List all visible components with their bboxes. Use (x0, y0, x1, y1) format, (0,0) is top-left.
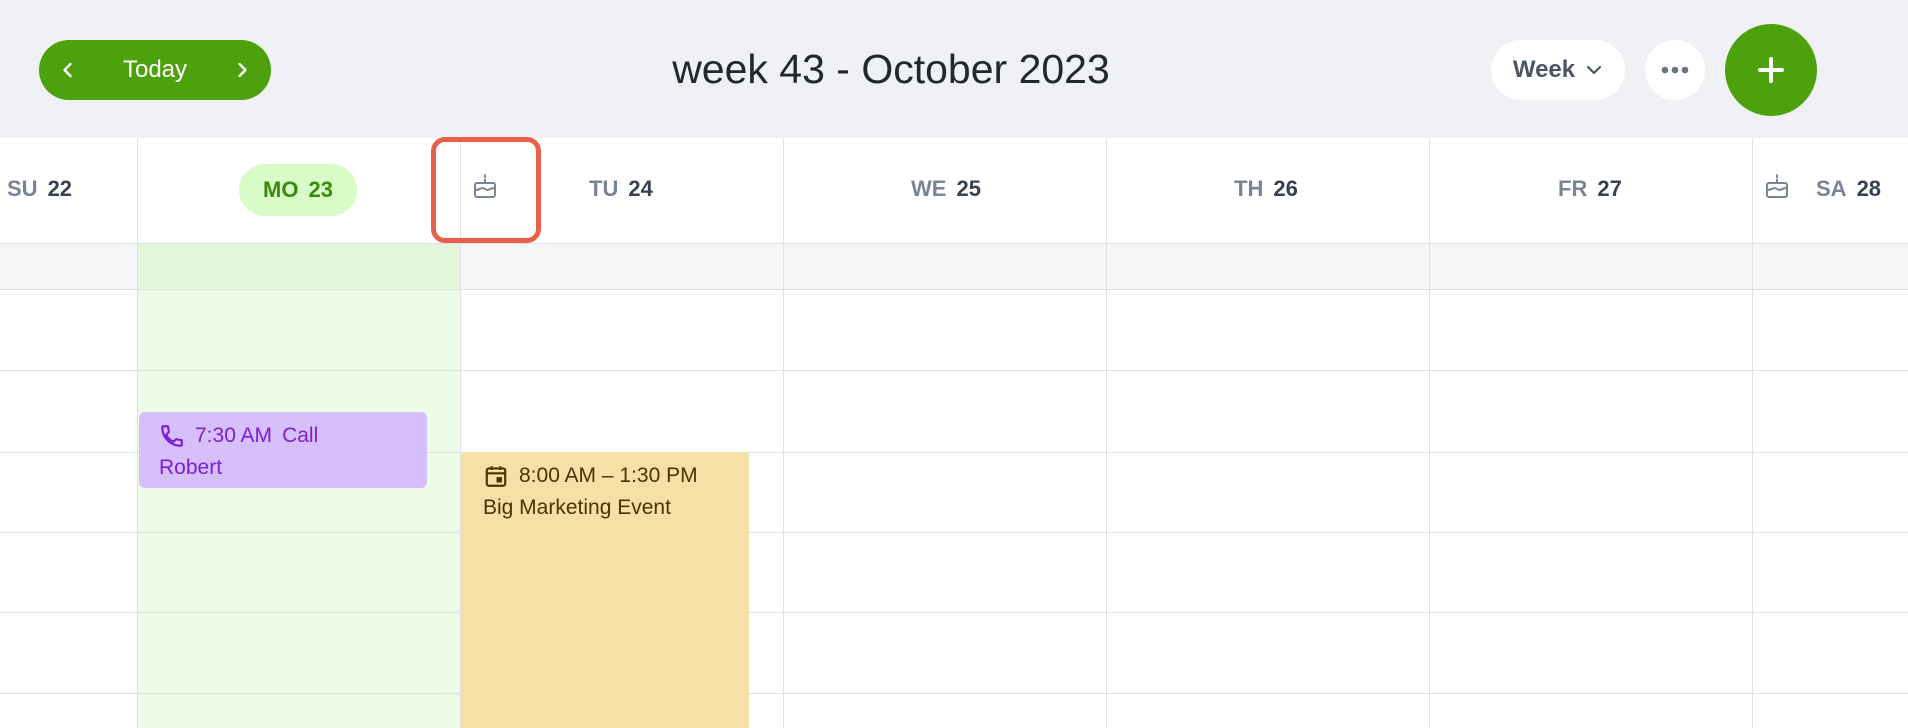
day-of-week: FR (1558, 176, 1588, 201)
phone-icon (161, 425, 183, 447)
day-of-week: WE (911, 176, 947, 201)
column-divider (1752, 138, 1753, 728)
day-number: 26 (1273, 176, 1298, 201)
day-header-thursday[interactable]: TH 26 (1234, 176, 1298, 202)
day-header-monday-today[interactable]: MO 23 (239, 164, 357, 216)
view-select-label: Week (1512, 56, 1576, 83)
day-header-wednesday[interactable]: WE 25 (911, 176, 981, 202)
day-number: 24 (628, 176, 653, 201)
chevron-down-icon (1587, 65, 1602, 75)
column-divider (1429, 138, 1430, 728)
row-divider (0, 289, 1908, 290)
view-select[interactable]: Week (1491, 40, 1625, 100)
day-of-week: MO (263, 177, 299, 202)
row-divider (0, 532, 1908, 533)
day-header-saturday[interactable]: SA 28 (1816, 176, 1881, 202)
day-number: 27 (1597, 176, 1622, 201)
week-grid: SU 22 MO 23 TU 24 WE 25 TH 26 FR 27 SA 28 7:30 … (0, 138, 1908, 728)
row-divider (0, 370, 1908, 371)
calendar-header: Today week 43 - October 2023 Week (0, 0, 1908, 138)
more-horizontal-icon (1661, 66, 1689, 74)
row-divider (0, 243, 1908, 244)
day-number: 25 (956, 176, 981, 201)
add-event-button[interactable] (1725, 24, 1817, 116)
day-of-week: SU (7, 176, 38, 201)
day-of-week: SA (1816, 176, 1847, 201)
day-of-week: TU (589, 176, 619, 201)
event-title: Call (282, 424, 319, 447)
event-title: Big Marketing Event (483, 496, 671, 519)
day-header-sunday[interactable]: SU 22 (7, 176, 72, 202)
today-all-day-cell[interactable] (137, 243, 460, 289)
day-number: 28 (1856, 176, 1882, 201)
calendar-event-icon (485, 466, 507, 487)
day-number: 22 (47, 176, 73, 201)
more-options-button[interactable] (1645, 40, 1705, 100)
column-divider (137, 138, 138, 728)
row-divider (0, 612, 1908, 613)
day-number: 23 (308, 177, 333, 202)
event-title-continued: Robert (159, 456, 223, 479)
column-divider (783, 138, 784, 728)
birthday-cake-icon[interactable] (1764, 172, 1790, 200)
event-time: 8:00 AM – 1:30 PM (519, 464, 698, 487)
plus-icon (1758, 57, 1784, 83)
day-header-tuesday[interactable]: TU 24 (589, 176, 653, 202)
event-time: 7:30 AM (195, 424, 273, 447)
day-of-week: TH (1234, 176, 1264, 201)
event-big-marketing[interactable]: 8:00 AM – 1:30 PM Big Marketing Event (461, 452, 749, 728)
column-divider (1106, 138, 1107, 728)
row-divider (0, 693, 1908, 694)
highlight-annotation (431, 137, 541, 243)
day-header-friday[interactable]: FR 27 (1558, 176, 1622, 202)
today-column[interactable] (137, 289, 460, 728)
event-call-robert[interactable]: 7:30 AM Call Robert (139, 412, 427, 488)
